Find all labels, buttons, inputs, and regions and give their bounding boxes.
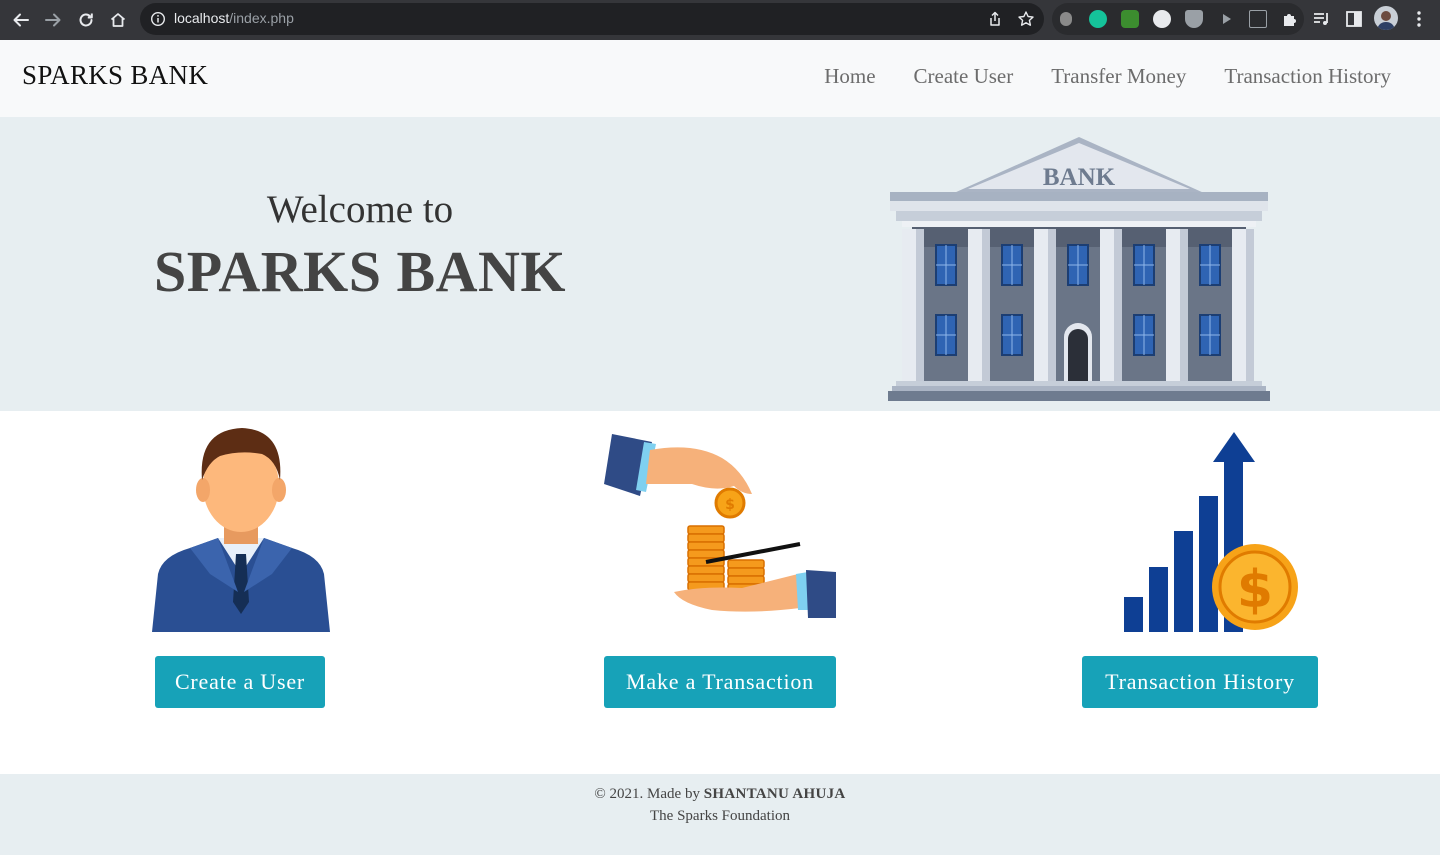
- puzzle-extensions-icon[interactable]: [1281, 10, 1299, 28]
- svg-text:$: $: [725, 497, 735, 513]
- browser-toolbar: localhost/index.php: [0, 0, 1440, 40]
- reload-icon[interactable]: [74, 8, 98, 32]
- tree-extension-icon[interactable]: [1121, 10, 1139, 28]
- bookmark-star-icon[interactable]: [1017, 10, 1035, 28]
- address-bar[interactable]: localhost/index.php: [140, 3, 1044, 35]
- more-menu-icon[interactable]: [1408, 8, 1430, 30]
- mic-extension-icon[interactable]: [1060, 12, 1072, 26]
- user-illustration: [150, 424, 332, 632]
- side-panel-icon[interactable]: [1343, 8, 1365, 30]
- create-user-button[interactable]: Create a User: [155, 656, 325, 708]
- footer-author: SHANTANU AHUJA: [703, 786, 846, 802]
- home-icon[interactable]: [106, 8, 130, 32]
- nav-links: Home Create User Transfer Money Transact…: [824, 64, 1391, 89]
- nav-link-create-user[interactable]: Create User: [914, 64, 1014, 89]
- back-arrow-icon[interactable]: [9, 8, 33, 32]
- hero-section: Welcome to SPARKS BANK BANK: [0, 117, 1440, 411]
- extensions-bar: [1052, 3, 1304, 35]
- profile-avatar[interactable]: [1374, 6, 1398, 30]
- welcome-text: Welcome to: [266, 188, 454, 231]
- brand-logo[interactable]: SPARKS BANK: [22, 60, 208, 91]
- make-transaction-button[interactable]: Make a Transaction: [604, 656, 836, 708]
- grammarly-extension-icon[interactable]: [1089, 10, 1107, 28]
- svg-text:$: $: [1237, 560, 1273, 620]
- circle-extension-icon[interactable]: [1153, 10, 1171, 28]
- shield-extension-icon[interactable]: [1185, 10, 1203, 28]
- footer-copyright: © 2021. Made by SHANTANU AHUJA: [594, 786, 846, 802]
- screen-extension-icon[interactable]: [1249, 10, 1267, 28]
- nav-link-home[interactable]: Home: [824, 64, 875, 89]
- url-text[interactable]: localhost/index.php: [174, 10, 294, 26]
- play-extension-icon[interactable]: [1217, 10, 1235, 28]
- nav-link-transaction-history[interactable]: Transaction History: [1224, 64, 1391, 89]
- transaction-history-illustration: $: [1120, 430, 1302, 634]
- site-footer: © 2021. Made by SHANTANU AHUJA The Spark…: [0, 774, 1440, 855]
- site-navbar: SPARKS BANK Home Create User Transfer Mo…: [0, 40, 1440, 117]
- nav-link-transfer-money[interactable]: Transfer Money: [1051, 64, 1186, 89]
- forward-arrow-icon[interactable]: [41, 8, 65, 32]
- reading-list-icon[interactable]: [1310, 8, 1332, 30]
- bank-sign-text: BANK: [1043, 164, 1116, 191]
- transaction-illustration: $: [602, 432, 840, 620]
- share-icon[interactable]: [986, 10, 1004, 28]
- site-info-icon[interactable]: [150, 11, 166, 27]
- transaction-history-button[interactable]: Transaction History: [1082, 656, 1318, 708]
- bank-building-illustration: BANK: [888, 137, 1270, 401]
- hero-title: SPARKS BANK: [153, 239, 567, 304]
- footer-organization: The Sparks Foundation: [650, 808, 790, 824]
